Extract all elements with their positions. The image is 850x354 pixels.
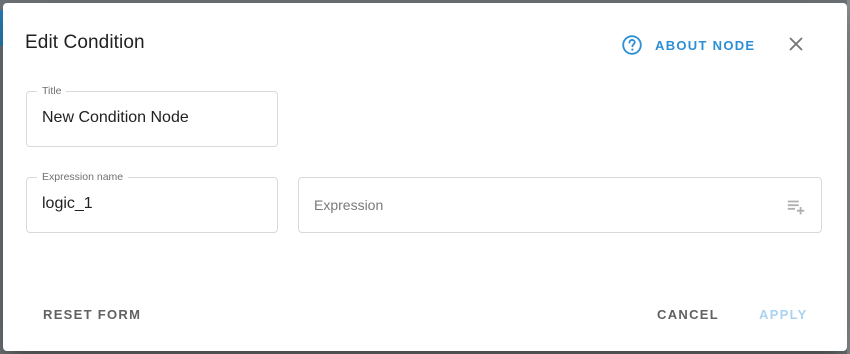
expression-name-label: Expression name [37,171,129,183]
expression-field[interactable]: Expression [298,177,822,233]
about-node-button[interactable]: ABOUT NODE [621,31,755,59]
title-field[interactable]: Title New Condition Node [26,85,278,147]
reset-form-button[interactable]: RESET FORM [43,307,141,322]
apply-button[interactable]: APPLY [759,307,808,322]
title-field-label: Title [37,85,67,97]
about-node-label: ABOUT NODE [655,37,756,53]
close-icon[interactable] [785,33,807,55]
help-circle-icon [622,35,642,55]
expression-input[interactable]: Expression [314,197,383,213]
dialog-title: Edit Condition [25,32,145,53]
expression-name-field[interactable]: Expression name logic_1 [26,171,278,233]
title-input[interactable]: New Condition Node [42,109,189,127]
playlist-add-icon[interactable] [785,196,807,218]
cancel-button[interactable]: CANCEL [657,307,719,322]
edit-condition-dialog: Edit Condition ABOUT NODE Title New Cond… [3,3,847,351]
expression-name-input[interactable]: logic_1 [42,195,93,213]
